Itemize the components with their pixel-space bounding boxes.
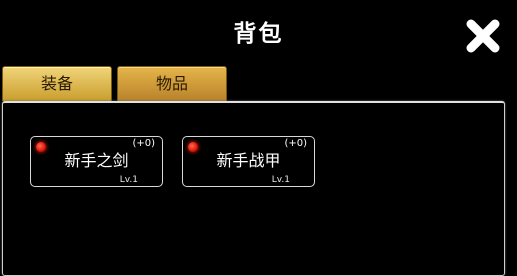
tab-items[interactable]: 物品 [117, 66, 227, 101]
item-name: 新手战甲 [216, 151, 281, 170]
item-slot-armor[interactable]: (+0) 新手战甲 Lv.1 [182, 136, 315, 187]
item-level: Lv.1 [271, 175, 290, 185]
close-x-icon [466, 19, 500, 53]
item-bonus: (+0) [284, 138, 307, 149]
close-button[interactable] [463, 16, 503, 56]
item-level: Lv.1 [119, 175, 138, 185]
tab-equipment[interactable]: 装备 [2, 66, 112, 101]
inventory-panel [2, 101, 505, 276]
page-title: 背包 [233, 21, 284, 47]
item-bonus: (+0) [132, 138, 155, 149]
item-name: 新手之剑 [64, 151, 129, 170]
item-slot-sword[interactable]: (+0) 新手之剑 Lv.1 [30, 136, 163, 187]
